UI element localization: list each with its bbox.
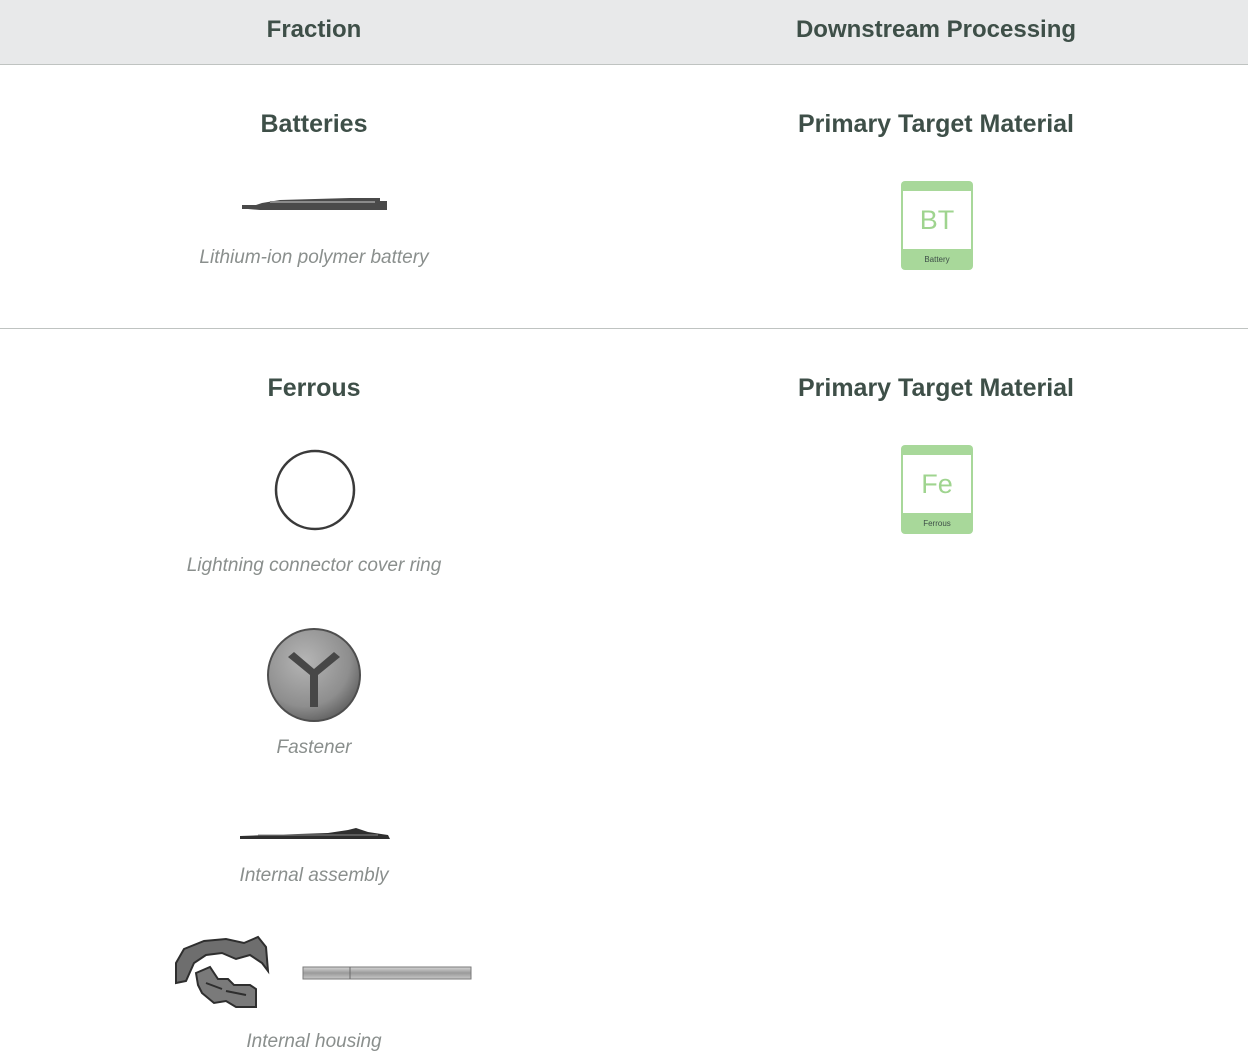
header-fraction: Fraction [266, 16, 362, 43]
material-symbol: Fe [903, 455, 971, 513]
section-divider [0, 328, 1248, 329]
material-symbol: BT [903, 191, 971, 249]
fraction-title: Batteries [260, 110, 368, 138]
processing-title: Primary Target Material [797, 374, 1075, 402]
material-tile-battery: BT Battery [901, 181, 973, 270]
item-caption: Internal housing [246, 1031, 382, 1052]
item-caption: Fastener [276, 737, 352, 758]
material-name: Battery [924, 255, 950, 264]
item-caption: Internal assembly [239, 865, 389, 886]
fraction-title: Ferrous [267, 374, 361, 402]
header-downstream-processing: Downstream Processing [795, 16, 1077, 43]
processing-title: Primary Target Material [797, 110, 1075, 138]
material-name: Ferrous [923, 519, 951, 528]
battery-image [242, 198, 387, 210]
material-tile-ferrous: Fe Ferrous [901, 445, 973, 534]
screw-image [267, 628, 361, 722]
item-caption: Lightning connector cover ring [186, 555, 442, 576]
ring-image [274, 449, 356, 531]
assembly-image [240, 828, 390, 839]
table-header: Fraction Downstream Processing [0, 0, 1248, 65]
item-caption: Lithium-ion polymer battery [199, 247, 429, 268]
housing-image [175, 935, 472, 1008]
